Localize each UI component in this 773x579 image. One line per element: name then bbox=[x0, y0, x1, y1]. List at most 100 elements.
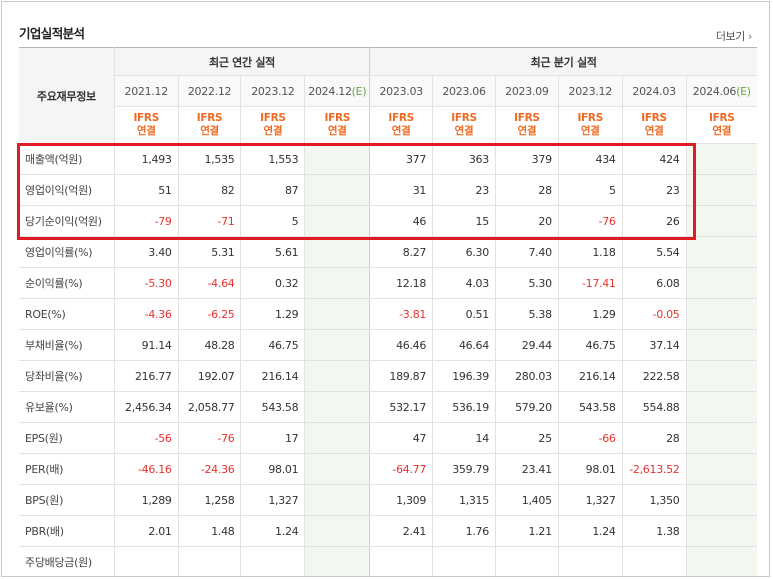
basis-consolidated: 연결 bbox=[644, 125, 664, 137]
row-label: 부채비율(%) bbox=[19, 329, 115, 361]
table-cell: 14 bbox=[432, 422, 496, 454]
period-label: 2022.12 bbox=[187, 84, 232, 98]
table-cell: 46 bbox=[369, 205, 434, 237]
row-label: 영업이익(억원) bbox=[19, 174, 115, 206]
table-cell bbox=[686, 515, 757, 547]
table-cell: 6.30 bbox=[432, 236, 496, 268]
table-cell: 222.58 bbox=[622, 360, 687, 392]
table-cell: 1.18 bbox=[558, 236, 623, 268]
table-cell: 280.03 bbox=[495, 360, 559, 392]
table-cell bbox=[304, 484, 371, 516]
table-cell: 98.01 bbox=[240, 453, 306, 485]
table-cell: 5 bbox=[240, 205, 306, 237]
table-cell: 5.61 bbox=[240, 236, 306, 268]
table-cell: 1,289 bbox=[114, 484, 179, 516]
table-cell: 87 bbox=[240, 174, 306, 206]
period-label: 2024.06 bbox=[692, 84, 737, 98]
annual-group-header: 최근 연간 실적 bbox=[114, 47, 371, 76]
basis-ifrs: IFRS bbox=[514, 112, 540, 124]
table-cell: 46.75 bbox=[558, 329, 623, 361]
table-cell bbox=[432, 546, 496, 576]
table-cell: -66 bbox=[558, 422, 623, 454]
table-row: ROE(%) -4.36 -6.25 1.29 -3.81 0.51 5.38 1.29 -0.… bbox=[19, 298, 757, 330]
period-label: 2024.03 bbox=[632, 84, 676, 98]
table-cell: -3.81 bbox=[369, 298, 434, 330]
table-cell: 12.18 bbox=[369, 267, 434, 299]
row-label: 순이익률(%) bbox=[19, 267, 115, 299]
table-cell: 543.58 bbox=[240, 391, 306, 423]
table-cell: -17.41 bbox=[558, 267, 623, 299]
table-row: PER(배) -46.16 -24.36 98.01 -64.77 359.79 23.41… bbox=[19, 453, 757, 485]
basis-ifrs: IFRS bbox=[451, 112, 477, 124]
table-cell bbox=[686, 453, 757, 485]
financial-analysis-panel: 기업실적분석 더보기 › 주요재무정보 최근 연간 실적 최근 분기 실적 202… bbox=[1, 1, 770, 577]
table-cell: 98.01 bbox=[558, 453, 623, 485]
table-cell: 216.77 bbox=[114, 360, 179, 392]
table-cell: 23 bbox=[432, 174, 496, 206]
basis-header: IFRS 연결 bbox=[369, 106, 434, 144]
table-cell: 536.19 bbox=[432, 391, 496, 423]
table-cell bbox=[304, 391, 371, 423]
table-cell: 5.54 bbox=[622, 236, 687, 268]
table-cell bbox=[304, 205, 371, 237]
table-cell: 216.14 bbox=[240, 360, 306, 392]
basis-header: IFRS 연결 bbox=[304, 106, 371, 144]
table-cell bbox=[686, 236, 757, 268]
table-cell: 4.03 bbox=[432, 267, 496, 299]
period-header: 2022.12 bbox=[178, 75, 242, 107]
basis-ifrs: IFRS bbox=[324, 112, 351, 124]
basis-consolidated: 연결 bbox=[200, 125, 219, 137]
table-cell: 48.28 bbox=[178, 329, 242, 361]
table-cell: -64.77 bbox=[369, 453, 434, 485]
more-link[interactable]: 더보기 › bbox=[716, 28, 753, 44]
row-header-cell: 주요재무정보 bbox=[19, 47, 115, 144]
table-cell: 17 bbox=[240, 422, 306, 454]
table-row: 순이익률(%) -5.30 -4.64 0.32 12.18 4.03 5.30 -17.41… bbox=[19, 267, 757, 299]
table-cell: 216.14 bbox=[558, 360, 623, 392]
table-cell: 1,327 bbox=[240, 484, 306, 516]
basis-ifrs: IFRS bbox=[260, 112, 286, 124]
quarter-group-header: 최근 분기 실적 bbox=[369, 47, 757, 76]
table-cell: 8.27 bbox=[369, 236, 434, 268]
table-cell: -0.05 bbox=[622, 298, 687, 330]
row-label: 유보율(%) bbox=[19, 391, 115, 423]
period-header: 2021.12 bbox=[114, 75, 179, 107]
table-cell: 25 bbox=[495, 422, 559, 454]
period-header: 2024.03 bbox=[622, 75, 687, 107]
period-label: 2023.03 bbox=[379, 84, 423, 98]
basis-header: IFRS 연결 bbox=[114, 106, 179, 144]
period-label: 2024.12 bbox=[308, 84, 352, 98]
table-cell: 2.01 bbox=[114, 515, 179, 547]
basis-ifrs: IFRS bbox=[388, 112, 414, 124]
table-cell bbox=[304, 236, 371, 268]
table-cell: 47 bbox=[369, 422, 434, 454]
basis-ifrs: IFRS bbox=[708, 112, 735, 124]
basis-consolidated: 연결 bbox=[454, 125, 474, 137]
table-cell: 1,315 bbox=[432, 484, 496, 516]
table-cell: 31 bbox=[369, 174, 434, 206]
basis-consolidated: 연결 bbox=[580, 125, 600, 137]
table-cell: 1,327 bbox=[558, 484, 623, 516]
table-cell: 37.14 bbox=[622, 329, 687, 361]
table-cell: 28 bbox=[495, 174, 559, 206]
table-cell: -71 bbox=[178, 205, 242, 237]
table-cell: 1.38 bbox=[622, 515, 687, 547]
table-cell: 0.51 bbox=[432, 298, 496, 330]
period-header: 2024.12(E) bbox=[304, 75, 371, 107]
table-cell bbox=[304, 546, 371, 576]
basis-header: IFRS 연결 bbox=[622, 106, 687, 144]
table-cell: 82 bbox=[178, 174, 242, 206]
table-cell bbox=[686, 143, 757, 175]
table-cell: 23.41 bbox=[495, 453, 559, 485]
table-cell: 51 bbox=[114, 174, 179, 206]
table-cell: 1.76 bbox=[432, 515, 496, 547]
table-cell bbox=[304, 515, 371, 547]
table-cell: -46.16 bbox=[114, 453, 179, 485]
table-row: 주당배당금(원) bbox=[19, 546, 757, 576]
table-cell bbox=[304, 329, 371, 361]
table-cell: -2,613.52 bbox=[622, 453, 687, 485]
table-row: 영업이익률(%) 3.40 5.31 5.61 8.27 6.30 7.40 1.18 5.54 bbox=[19, 236, 757, 268]
table-cell bbox=[622, 546, 687, 576]
basis-consolidated: 연결 bbox=[136, 125, 156, 137]
table-cell bbox=[178, 546, 242, 576]
